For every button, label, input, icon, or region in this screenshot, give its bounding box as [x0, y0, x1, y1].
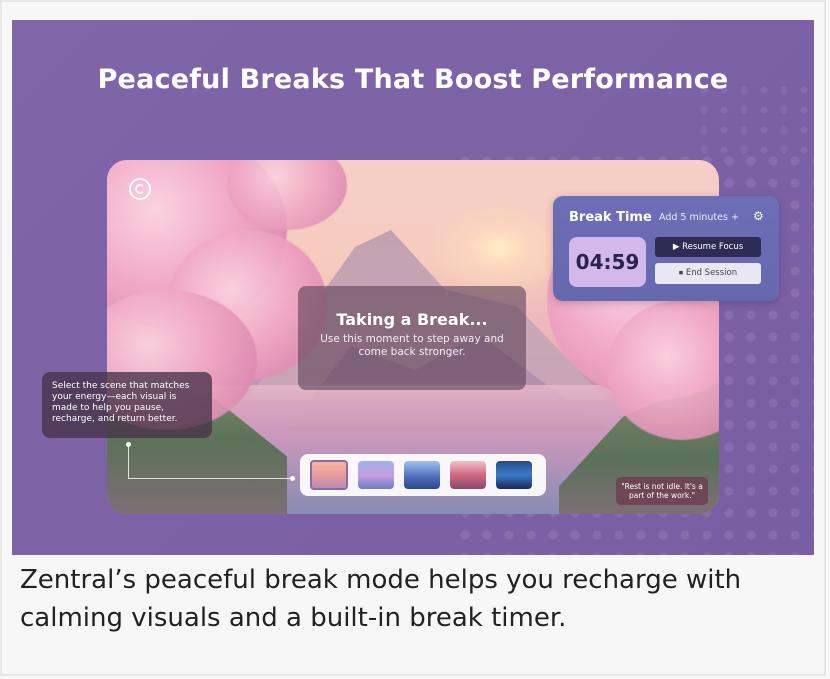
scene-selector	[300, 454, 546, 496]
hero-title: Peaceful Breaks That Boost Performance	[97, 64, 729, 95]
add-five-minutes-button[interactable]: Add 5 minutes +	[659, 212, 739, 223]
end-session-label: End Session	[685, 268, 738, 278]
callout-connector-line	[128, 444, 129, 478]
resume-focus-button[interactable]: ▶ Resume Focus	[655, 237, 761, 257]
scene-thumb-city-night[interactable]	[496, 461, 532, 489]
callout-connector-line	[128, 478, 292, 479]
rest-quote: "Rest is not idle. It's a part of the wo…	[616, 477, 708, 505]
taking-break-card: Taking a Break... Use this moment to ste…	[298, 286, 526, 390]
scene-thumb-cherry-blossom[interactable]	[450, 461, 486, 489]
stop-icon: ⏹	[678, 268, 686, 278]
gear-icon[interactable]: ⚙	[753, 210, 765, 222]
break-card-title: Taking a Break...	[336, 310, 488, 329]
article-frame: Peaceful Breaks That Boost Performance T…	[0, 0, 826, 676]
end-session-button[interactable]: ⏹ End Session	[655, 263, 761, 284]
hero-banner: Peaceful Breaks That Boost Performance T…	[12, 20, 814, 555]
break-time-title: Break Time	[569, 210, 652, 225]
play-icon: ▶	[672, 242, 683, 252]
scene-thumb-sunset-lake[interactable]	[310, 460, 348, 490]
callout-connector-dot	[290, 476, 295, 481]
scene-thumb-waterfall[interactable]	[358, 461, 394, 489]
break-countdown: 04:59	[569, 237, 646, 287]
scene-thumb-mountains[interactable]	[404, 461, 440, 489]
break-card-subtitle: Use this moment to step away and come ba…	[320, 333, 504, 358]
zentral-logo-icon	[129, 178, 151, 200]
break-timer-card: Break Time Add 5 minutes + ⚙ 04:59 ▶ Res…	[553, 196, 779, 301]
image-caption: Zentral’s peaceful break mode helps you …	[20, 565, 742, 633]
scene-tip-callout: Select the scene that matches your energ…	[42, 372, 212, 438]
resume-focus-label: Resume Focus	[682, 242, 744, 252]
